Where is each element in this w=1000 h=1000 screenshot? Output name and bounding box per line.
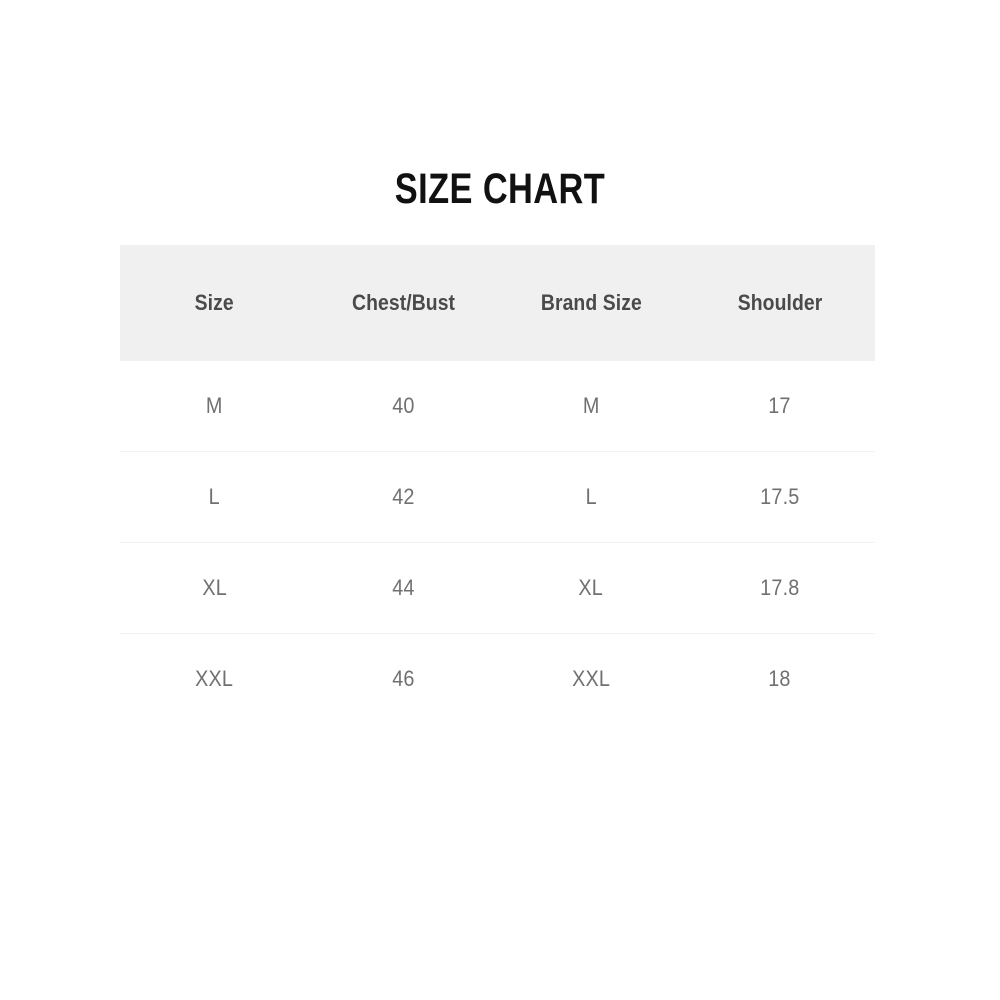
cell-shoulder-value: 17	[768, 393, 792, 418]
column-header-size-label: Size	[194, 290, 234, 315]
cell-chest-value: 42	[391, 484, 415, 509]
cell-brand-size-value: XL	[578, 575, 604, 600]
cell-shoulder: 18	[684, 633, 875, 724]
cell-chest: 46	[308, 633, 498, 724]
size-chart-page: SIZE CHART Size Chest/Bust Brand Size Sh…	[0, 0, 1000, 1000]
cell-brand-size-value: L	[585, 484, 597, 509]
cell-shoulder-value: 17.5	[760, 484, 800, 509]
table-row: M 40 M 17	[120, 361, 875, 452]
column-header-brand-size: Brand Size	[498, 245, 685, 361]
cell-size-value: XXL	[195, 666, 234, 691]
cell-brand-size-value: XXL	[572, 666, 611, 691]
cell-size: M	[120, 361, 309, 452]
size-chart-table: Size Chest/Bust Brand Size Shoulder M 40…	[120, 245, 875, 724]
cell-brand-size: L	[497, 451, 685, 543]
cell-size-value: XL	[202, 575, 227, 600]
page-title: SIZE CHART	[394, 165, 606, 213]
table-row: XL 44 XL 17.8	[120, 542, 875, 634]
cell-shoulder: 17.8	[684, 542, 875, 634]
column-header-brand-size-label: Brand Size	[540, 290, 642, 315]
table-header: Size Chest/Bust Brand Size Shoulder	[120, 245, 875, 361]
table-row: L 42 L 17.5	[120, 451, 875, 543]
table-row: XXL 46 XXL 18	[120, 633, 875, 724]
cell-brand-size: M	[497, 361, 685, 452]
column-header-size: Size	[120, 245, 309, 361]
cell-size-value: M	[206, 393, 223, 418]
column-header-chest-bust-label: Chest/Bust	[351, 290, 455, 315]
cell-size: XXL	[120, 633, 309, 724]
table-header-row: Size Chest/Bust Brand Size Shoulder	[120, 245, 875, 361]
column-header-shoulder-label: Shoulder	[737, 290, 823, 315]
cell-brand-size-value: M	[582, 393, 600, 418]
cell-size: XL	[120, 542, 309, 634]
column-header-shoulder: Shoulder	[685, 245, 875, 361]
cell-brand-size: XXL	[497, 633, 685, 724]
cell-shoulder: 17	[684, 361, 875, 452]
cell-chest-value: 44	[391, 575, 415, 600]
cell-chest: 40	[308, 361, 498, 452]
cell-brand-size: XL	[497, 542, 685, 634]
cell-size: L	[120, 451, 309, 543]
cell-chest: 44	[308, 542, 498, 634]
column-header-chest-bust: Chest/Bust	[309, 245, 498, 361]
cell-chest-value: 46	[391, 666, 415, 691]
cell-shoulder: 17.5	[684, 451, 875, 543]
cell-shoulder-value: 18	[768, 666, 792, 691]
table-body: M 40 M 17 L 42 L 17.5 XL 44 XL 17.8 XXL …	[120, 361, 875, 724]
cell-chest-value: 40	[391, 393, 415, 418]
cell-size-value: L	[208, 484, 220, 509]
cell-chest: 42	[308, 451, 498, 543]
cell-shoulder-value: 17.8	[760, 575, 800, 600]
